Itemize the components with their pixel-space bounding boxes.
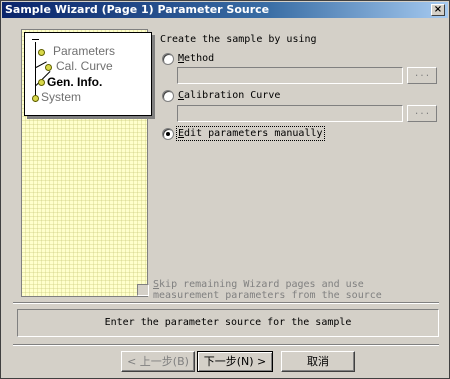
nav-step-system[interactable]: System (41, 90, 81, 104)
divider (13, 344, 439, 346)
cancel-button-label: 取消 (307, 355, 329, 368)
nav-step-cal-curve[interactable]: Cal. Curve (56, 59, 113, 73)
method-label-rest: ethod (184, 53, 215, 64)
close-icon: × (433, 4, 443, 15)
skip-label-rest: kip remaining Wizard pages and use measu… (153, 279, 382, 301)
nav-arrow-head (32, 39, 39, 40)
nav-connector-line (35, 42, 36, 102)
edit-manually-label[interactable]: Edit parameters manually (176, 126, 325, 141)
calibration-curve-label[interactable]: Calibration Curve (178, 90, 280, 101)
skip-wizard-label: Skip remaining Wizard pages and use meas… (153, 279, 393, 301)
source-heading: Create the sample by using (160, 34, 317, 45)
method-label[interactable]: Method (178, 53, 214, 64)
nav-step-gen-info[interactable]: Gen. Info. (47, 75, 102, 89)
edit-manually-radio[interactable] (162, 128, 174, 140)
method-field[interactable] (177, 67, 403, 84)
back-button[interactable]: < 上一步(B) (121, 351, 195, 372)
sample-wizard-dialog: Sample Wizard (Page 1) Parameter Source … (0, 0, 450, 379)
window-title: Sample Wizard (Page 1) Parameter Source (5, 3, 270, 16)
nav-step-dot-icon (38, 49, 45, 56)
back-button-label: < 上一步(B) (127, 355, 189, 368)
calibration-curve-radio[interactable] (162, 90, 174, 102)
cancel-button[interactable]: 取消 (281, 351, 355, 372)
next-button[interactable]: 下一步(N) > (197, 351, 273, 372)
nav-step-parameters[interactable]: Parameters (53, 44, 115, 58)
method-radio[interactable] (162, 53, 174, 65)
calibration-curve-browse-button[interactable]: ... (407, 105, 437, 122)
method-browse-label: ... (413, 69, 431, 79)
calibration-curve-field[interactable] (177, 105, 403, 122)
title-bar[interactable]: Sample Wizard (Page 1) Parameter Source … (2, 2, 448, 18)
divider (13, 302, 439, 304)
nav-step-dot-icon (32, 95, 39, 102)
method-browse-button[interactable]: ... (407, 67, 437, 84)
nav-step-dot-icon (38, 79, 45, 86)
nav-step-dot-icon (45, 64, 52, 71)
calibration-browse-label: ... (413, 107, 431, 117)
next-button-label: 下一步(N) > (203, 355, 267, 368)
edit-manually-label-rest: dit parameters manually (184, 128, 323, 139)
skip-wizard-checkbox[interactable] (137, 284, 149, 296)
calibration-label-rest: alibration Curve (184, 90, 281, 101)
wizard-step-navigator: Parameters Cal. Curve Gen. Info. System (24, 32, 152, 116)
status-message: Enter the parameter source for the sampl… (17, 309, 439, 337)
close-button[interactable]: × (431, 4, 445, 16)
